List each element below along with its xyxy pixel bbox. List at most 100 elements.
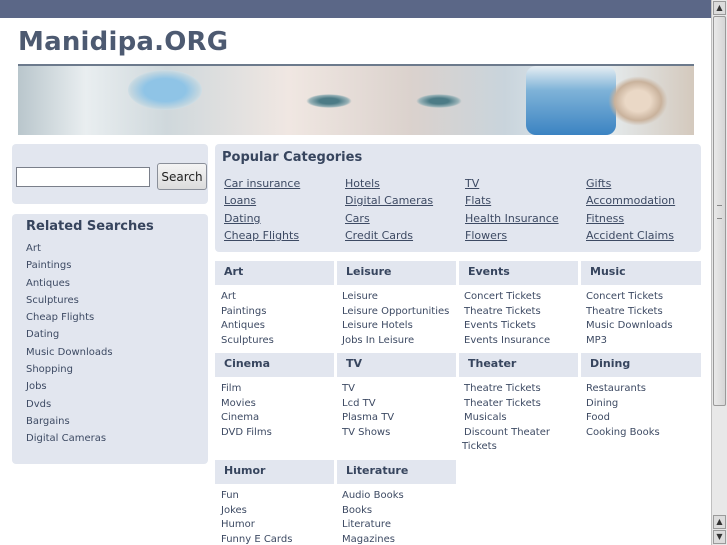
category-link[interactable]: Theatre Tickets	[464, 382, 550, 397]
category-link[interactable]: Movies	[221, 397, 272, 412]
related-search-item[interactable]: Shopping	[26, 363, 113, 380]
related-search-item[interactable]: Dvds	[26, 398, 113, 415]
arrow-down-icon[interactable]: ▼	[713, 530, 726, 544]
category-link[interactable]: Leisure	[342, 290, 449, 305]
category-link[interactable]: Plasma TV	[342, 411, 394, 426]
category-link[interactable]: Theatre Tickets	[464, 305, 550, 320]
category-link[interactable]: Jokes	[221, 504, 292, 519]
category-music-heading: Music	[581, 261, 701, 285]
category-link[interactable]: Leisure Hotels	[342, 319, 449, 334]
category-link[interactable]: Discount Theater	[464, 426, 550, 441]
category-link[interactable]: Film	[221, 382, 272, 397]
category-link[interactable]: Books	[342, 504, 404, 519]
cream-jar-image	[526, 66, 616, 135]
related-search-item[interactable]: Paintings	[26, 259, 113, 276]
search-input[interactable]	[16, 167, 150, 187]
category-link[interactable]: Funny E Cards	[221, 533, 292, 545]
popular-link[interactable]: Loans	[224, 194, 256, 207]
category-link[interactable]: Dining	[586, 397, 660, 412]
category-theater-links: Theatre Tickets Theater Tickets Musicals…	[462, 382, 550, 455]
category-link[interactable]: Food	[586, 411, 660, 426]
grip-icon	[717, 205, 722, 219]
category-link[interactable]: Cinema	[221, 411, 272, 426]
category-link[interactable]: Jobs In Leisure	[342, 334, 449, 349]
category-link[interactable]: Literature	[342, 518, 404, 533]
category-link[interactable]: Lcd TV	[342, 397, 394, 412]
popular-link[interactable]: TV	[465, 177, 479, 190]
category-link[interactable]: Leisure Opportunities	[342, 305, 449, 320]
related-search-item[interactable]: Dating	[26, 328, 113, 345]
arrow-up-icon[interactable]: ▲	[713, 515, 726, 529]
related-search-item[interactable]: Cheap Flights	[26, 311, 113, 328]
category-link[interactable]: TV Shows	[342, 426, 394, 441]
category-art-heading: Art	[215, 261, 334, 285]
category-link[interactable]: Events Insurance	[464, 334, 550, 349]
related-search-item[interactable]: Bargains	[26, 415, 113, 432]
category-link[interactable]: Paintings	[221, 305, 274, 320]
search-panel: Search	[12, 144, 208, 204]
popular-link[interactable]: Health Insurance	[465, 212, 559, 225]
category-link[interactable]: Antiques	[221, 319, 274, 334]
category-link[interactable]: MP3	[586, 334, 673, 349]
popular-link[interactable]: Gifts	[586, 177, 611, 190]
category-leisure-heading: Leisure	[337, 261, 456, 285]
category-dining-links: Restaurants Dining Food Cooking Books	[586, 382, 660, 440]
category-link[interactable]: Magazines	[342, 533, 404, 545]
category-link[interactable]: TV	[342, 382, 394, 397]
popular-link[interactable]: Credit Cards	[345, 229, 413, 242]
category-link[interactable]: Concert Tickets	[464, 290, 550, 305]
related-search-item[interactable]: Art	[26, 242, 113, 259]
category-link[interactable]: DVD Films	[221, 426, 272, 441]
category-literature-heading: Literature	[337, 460, 456, 484]
popular-link[interactable]: Cheap Flights	[224, 229, 299, 242]
popular-link[interactable]: Fitness	[586, 212, 624, 225]
related-search-item[interactable]: Antiques	[26, 277, 113, 294]
popular-link[interactable]: Car insurance	[224, 177, 300, 190]
scrollbar-thumb[interactable]	[713, 16, 726, 406]
related-search-item[interactable]: Sculptures	[26, 294, 113, 311]
compact-image	[128, 70, 202, 110]
popular-link[interactable]: Flowers	[465, 229, 507, 242]
category-dining-heading: Dining	[581, 353, 701, 377]
category-link[interactable]: Audio Books	[342, 489, 404, 504]
category-link[interactable]: Humor	[221, 518, 292, 533]
category-link[interactable]: Cooking Books	[586, 426, 660, 441]
category-humor-heading: Humor	[215, 460, 334, 484]
category-literature-links: Audio Books Books Literature Magazines	[342, 489, 404, 545]
popular-link[interactable]: Cars	[345, 212, 370, 225]
popular-link[interactable]: Flats	[465, 194, 491, 207]
search-button[interactable]: Search	[157, 163, 207, 190]
related-search-item[interactable]: Music Downloads	[26, 346, 113, 363]
category-link[interactable]: Concert Tickets	[586, 290, 673, 305]
site-title[interactable]: Manidipa.ORG	[18, 27, 228, 57]
related-searches-list: Art Paintings Antiques Sculptures Cheap …	[26, 242, 113, 450]
popular-categories-title: Popular Categories	[222, 150, 363, 165]
category-link[interactable]: Theatre Tickets	[586, 305, 673, 320]
popular-link[interactable]: Hotels	[345, 177, 380, 190]
related-search-item[interactable]: Jobs	[26, 380, 113, 397]
category-link[interactable]: Events Tickets	[464, 319, 550, 334]
category-link[interactable]: Theater Tickets	[464, 397, 550, 412]
category-humor-links: Fun Jokes Humor Funny E Cards	[221, 489, 292, 545]
related-searches-title: Related Searches	[26, 219, 154, 234]
category-link[interactable]: Fun	[221, 489, 292, 504]
popular-link[interactable]: Dating	[224, 212, 261, 225]
category-link[interactable]: Sculptures	[221, 334, 274, 349]
category-link[interactable]: Music Downloads	[586, 319, 673, 334]
popular-link[interactable]: Accommodation	[586, 194, 675, 207]
category-theater-heading: Theater	[459, 353, 578, 377]
category-tv-heading: TV	[337, 353, 456, 377]
category-link[interactable]: Musicals	[464, 411, 550, 426]
category-music-links: Concert Tickets Theatre Tickets Music Do…	[586, 290, 673, 348]
category-link[interactable]: Art	[221, 290, 274, 305]
popular-categories-panel: Popular Categories Car insurance Hotels …	[215, 144, 701, 252]
popular-link[interactable]: Digital Cameras	[345, 194, 433, 207]
category-cinema-heading: Cinema	[215, 353, 334, 377]
category-link[interactable]: Tickets	[462, 440, 550, 455]
popular-link[interactable]: Accident Claims	[586, 229, 674, 242]
pearls-image	[608, 76, 668, 126]
arrow-up-icon[interactable]: ▲	[713, 1, 726, 15]
vertical-scrollbar[interactable]: ▲ ▲ ▼	[711, 0, 727, 545]
related-search-item[interactable]: Digital Cameras	[26, 432, 113, 449]
category-link[interactable]: Restaurants	[586, 382, 660, 397]
